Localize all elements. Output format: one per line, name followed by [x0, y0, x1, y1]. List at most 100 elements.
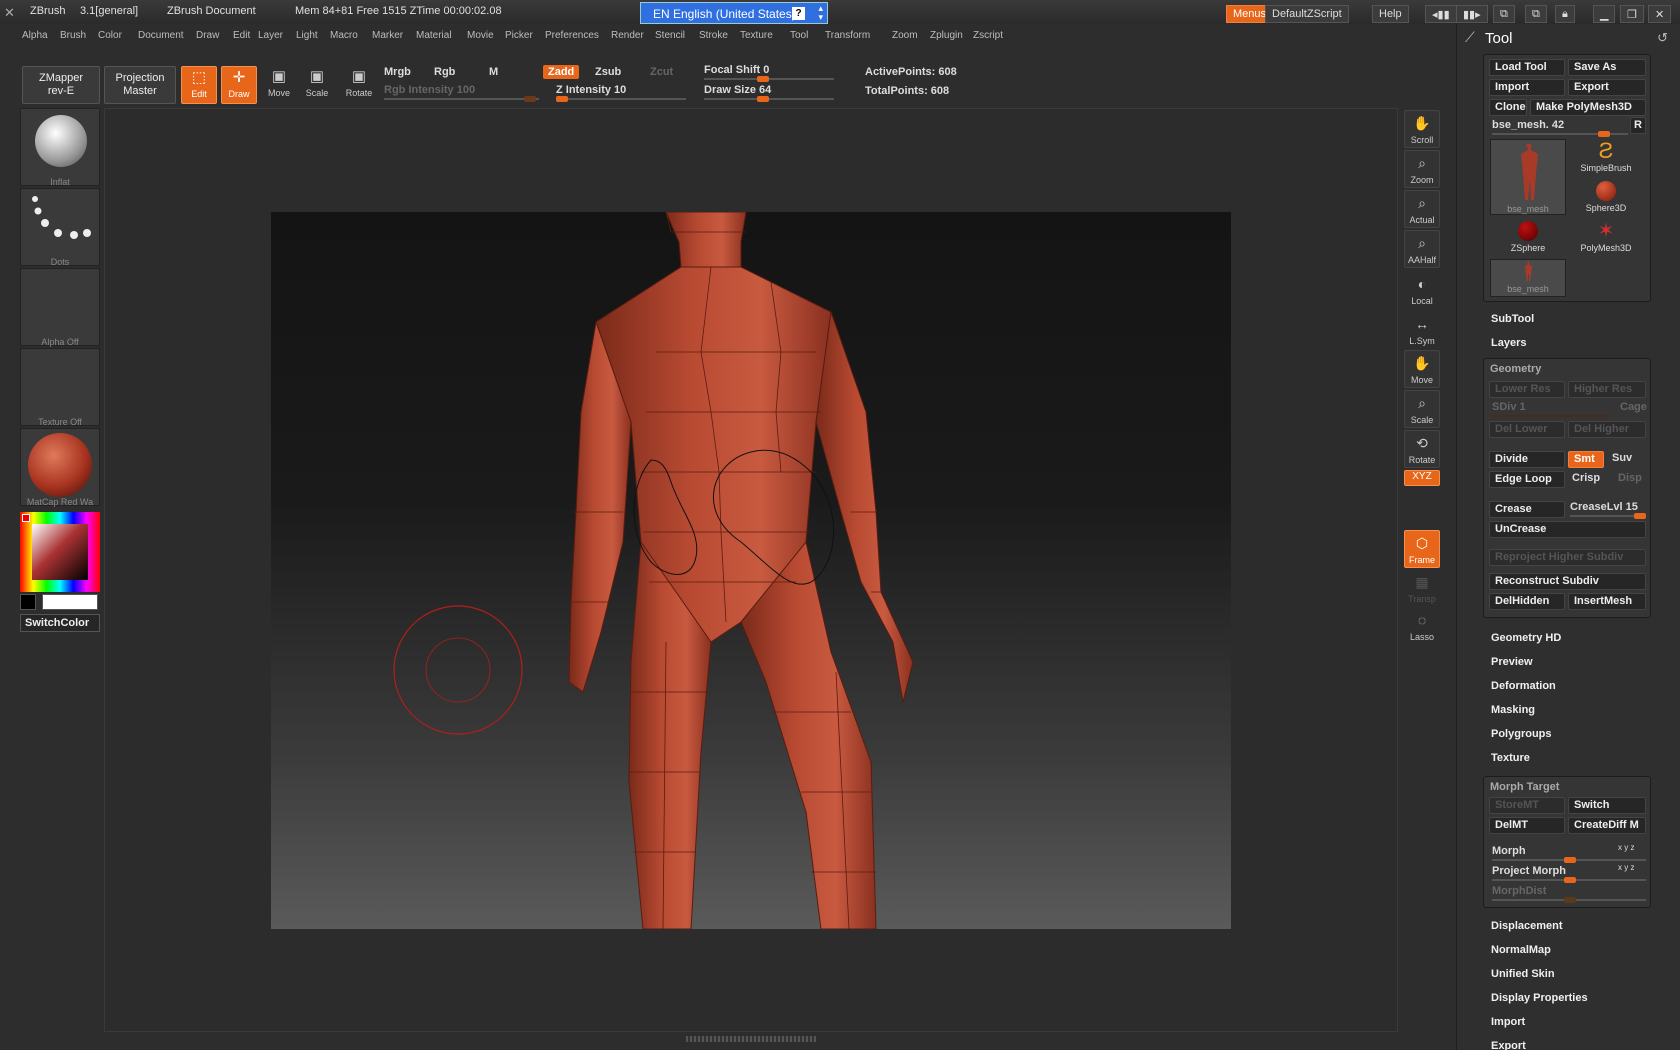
disp-button[interactable]: Disp	[1618, 472, 1642, 484]
rotate-mode-button[interactable]: ▣ Rotate	[341, 66, 377, 104]
switch-color-button[interactable]: SwitchColor	[20, 614, 100, 632]
crease-level-slider[interactable]: CreaseLvl 15	[1570, 501, 1638, 513]
tool-thumb-bse-mesh-2[interactable]: bse_mesh	[1490, 259, 1566, 297]
smt-button[interactable]: Smt	[1568, 451, 1604, 468]
project-morph-track[interactable]	[1492, 877, 1646, 883]
insertmesh-button[interactable]: InsertMesh	[1568, 593, 1646, 610]
minimize-icon[interactable]: ▁	[1593, 5, 1616, 23]
help-button[interactable]: Help	[1372, 5, 1409, 23]
secondary-color-swatch[interactable]	[42, 594, 98, 610]
brush-selector[interactable]: Inflat	[20, 108, 100, 187]
display-properties-section[interactable]: Display Properties	[1491, 992, 1588, 1004]
language-bar[interactable]: EN English (United States) ? ▴ ▾	[640, 2, 828, 24]
export-button[interactable]: Export	[1568, 79, 1646, 96]
sdiv-slider[interactable]: SDiv 1	[1492, 401, 1526, 413]
del-higher-button[interactable]: Del Higher	[1568, 421, 1646, 438]
close-icon[interactable]: ✕	[1648, 5, 1672, 23]
layout-save-icon[interactable]: ⧉	[1493, 5, 1515, 23]
reconstruct-subdiv-button[interactable]: Reconstruct Subdiv	[1489, 573, 1646, 590]
texture-section[interactable]: Texture	[1491, 752, 1530, 764]
load-tool-button[interactable]: Load Tool	[1489, 59, 1565, 76]
menu-brush[interactable]: Brush	[60, 30, 86, 41]
tool-thumb-zsphere[interactable]: ZSphere	[1490, 219, 1566, 259]
menu-macro[interactable]: Macro	[330, 30, 358, 41]
layout-load-icon[interactable]: ⧉	[1525, 5, 1547, 23]
rgb-intensity-track[interactable]	[384, 96, 539, 102]
menu-stroke[interactable]: Stroke	[699, 30, 728, 41]
geometry-hd-section[interactable]: Geometry HD	[1491, 632, 1561, 644]
view-scroll-button[interactable]: ✋ Scroll	[1404, 110, 1440, 148]
cage-button[interactable]: Cage	[1620, 401, 1647, 413]
morph-track[interactable]	[1492, 857, 1646, 863]
move-mode-button[interactable]: ▣ Move	[261, 66, 297, 104]
make-polymesh-button[interactable]: Make PolyMesh3D	[1530, 99, 1646, 116]
draw-size-handle[interactable]	[757, 96, 770, 102]
view-lsym-button[interactable]: ↔ L.Sym	[1404, 312, 1440, 350]
maximize-icon[interactable]: ❐	[1620, 5, 1644, 23]
export-section[interactable]: Export	[1491, 1040, 1526, 1050]
layout-prev-icon[interactable]: ◂▮▮	[1425, 5, 1457, 23]
layers-section[interactable]: Layers	[1491, 337, 1526, 349]
tool-thumb-sphere3d[interactable]: Sphere3D	[1568, 179, 1644, 219]
reproject-button[interactable]: Reproject Higher Subdiv	[1489, 549, 1646, 566]
import-button[interactable]: Import	[1489, 79, 1565, 96]
menu-zscript[interactable]: Zscript	[973, 30, 1003, 41]
focal-shift-slider[interactable]: Focal Shift 0	[704, 64, 769, 76]
project-morph-handle[interactable]	[1564, 877, 1576, 883]
menu-layer[interactable]: Layer	[258, 30, 283, 41]
delmt-button[interactable]: DelMT	[1489, 817, 1565, 834]
morphdist-handle[interactable]	[1564, 897, 1576, 903]
focal-shift-handle[interactable]	[757, 76, 770, 82]
view-scale-button[interactable]: ⌕ Scale	[1404, 390, 1440, 428]
m-button[interactable]: M	[489, 66, 498, 78]
view-lasso-button[interactable]: ◌ Lasso	[1404, 608, 1440, 646]
view-frame-button[interactable]: ⬡ Frame	[1404, 530, 1440, 568]
menu-picker[interactable]: Picker	[505, 30, 533, 41]
material-selector[interactable]: MatCap Red Wa	[20, 428, 100, 507]
menu-edit[interactable]: Edit	[233, 30, 250, 41]
creatediff-button[interactable]: CreateDiff M	[1568, 817, 1646, 834]
delhidden-button[interactable]: DelHidden	[1489, 593, 1565, 610]
morph-handle[interactable]	[1564, 857, 1576, 863]
masking-section[interactable]: Masking	[1491, 704, 1535, 716]
menu-movie[interactable]: Movie	[467, 30, 494, 41]
main-color-swatch[interactable]	[20, 594, 36, 610]
rgb-intensity-handle[interactable]	[524, 96, 536, 102]
view-local-button[interactable]: ◐ Local	[1404, 272, 1440, 310]
clone-button[interactable]: Clone	[1489, 99, 1527, 116]
crease-button[interactable]: Crease	[1489, 501, 1565, 518]
color-gradient[interactable]	[32, 524, 88, 580]
mrgb-button[interactable]: Mrgb	[384, 66, 411, 78]
scale-mode-button[interactable]: ▣ Scale	[299, 66, 335, 104]
texture-selector[interactable]: Texture Off	[20, 348, 100, 427]
geometry-section[interactable]: Geometry	[1490, 363, 1541, 375]
rgb-intensity-slider[interactable]: Rgb Intensity 100	[384, 84, 475, 96]
projection-master-button[interactable]: Projection Master	[104, 66, 176, 104]
sdiv-track[interactable]	[1492, 415, 1608, 417]
menu-render[interactable]: Render	[611, 30, 644, 41]
switch-button[interactable]: Switch	[1568, 797, 1646, 814]
view-xyz-button[interactable]: XYZ	[1404, 470, 1440, 486]
bottom-tray-handle[interactable]	[104, 1034, 1398, 1046]
edit-mode-button[interactable]: ⬚ Edit	[181, 66, 217, 104]
zcut-button[interactable]: Zcut	[650, 66, 673, 78]
morph-target-section[interactable]: Morph Target	[1490, 781, 1559, 793]
tool-pin-icon[interactable]: ⟋	[1465, 29, 1475, 46]
z-intensity-slider[interactable]: Z Intensity 10	[556, 84, 626, 96]
menu-stencil[interactable]: Stencil	[655, 30, 685, 41]
morph-xyz[interactable]: x y z	[1618, 843, 1634, 852]
morphdist-track[interactable]	[1492, 897, 1646, 903]
view-zoom-button[interactable]: ⌕ Zoom	[1404, 150, 1440, 188]
crease-level-handle[interactable]	[1634, 513, 1646, 519]
palette-reset-icon[interactable]: ↺	[1657, 30, 1668, 46]
tray-grip[interactable]	[686, 1036, 816, 1042]
menu-alpha[interactable]: Alpha	[22, 30, 48, 41]
unified-skin-section[interactable]: Unified Skin	[1491, 968, 1555, 980]
menu-marker[interactable]: Marker	[372, 30, 403, 41]
tool-thumb-bse-mesh[interactable]: bse_mesh	[1490, 139, 1566, 215]
layout-next-icon[interactable]: ▮▮▸	[1456, 5, 1488, 23]
polygroups-section[interactable]: Polygroups	[1491, 728, 1552, 740]
zmapper-button[interactable]: ZMapper rev-E	[22, 66, 100, 104]
menu-zplugin[interactable]: Zplugin	[930, 30, 963, 41]
mesh-slider-handle[interactable]	[1598, 131, 1610, 137]
